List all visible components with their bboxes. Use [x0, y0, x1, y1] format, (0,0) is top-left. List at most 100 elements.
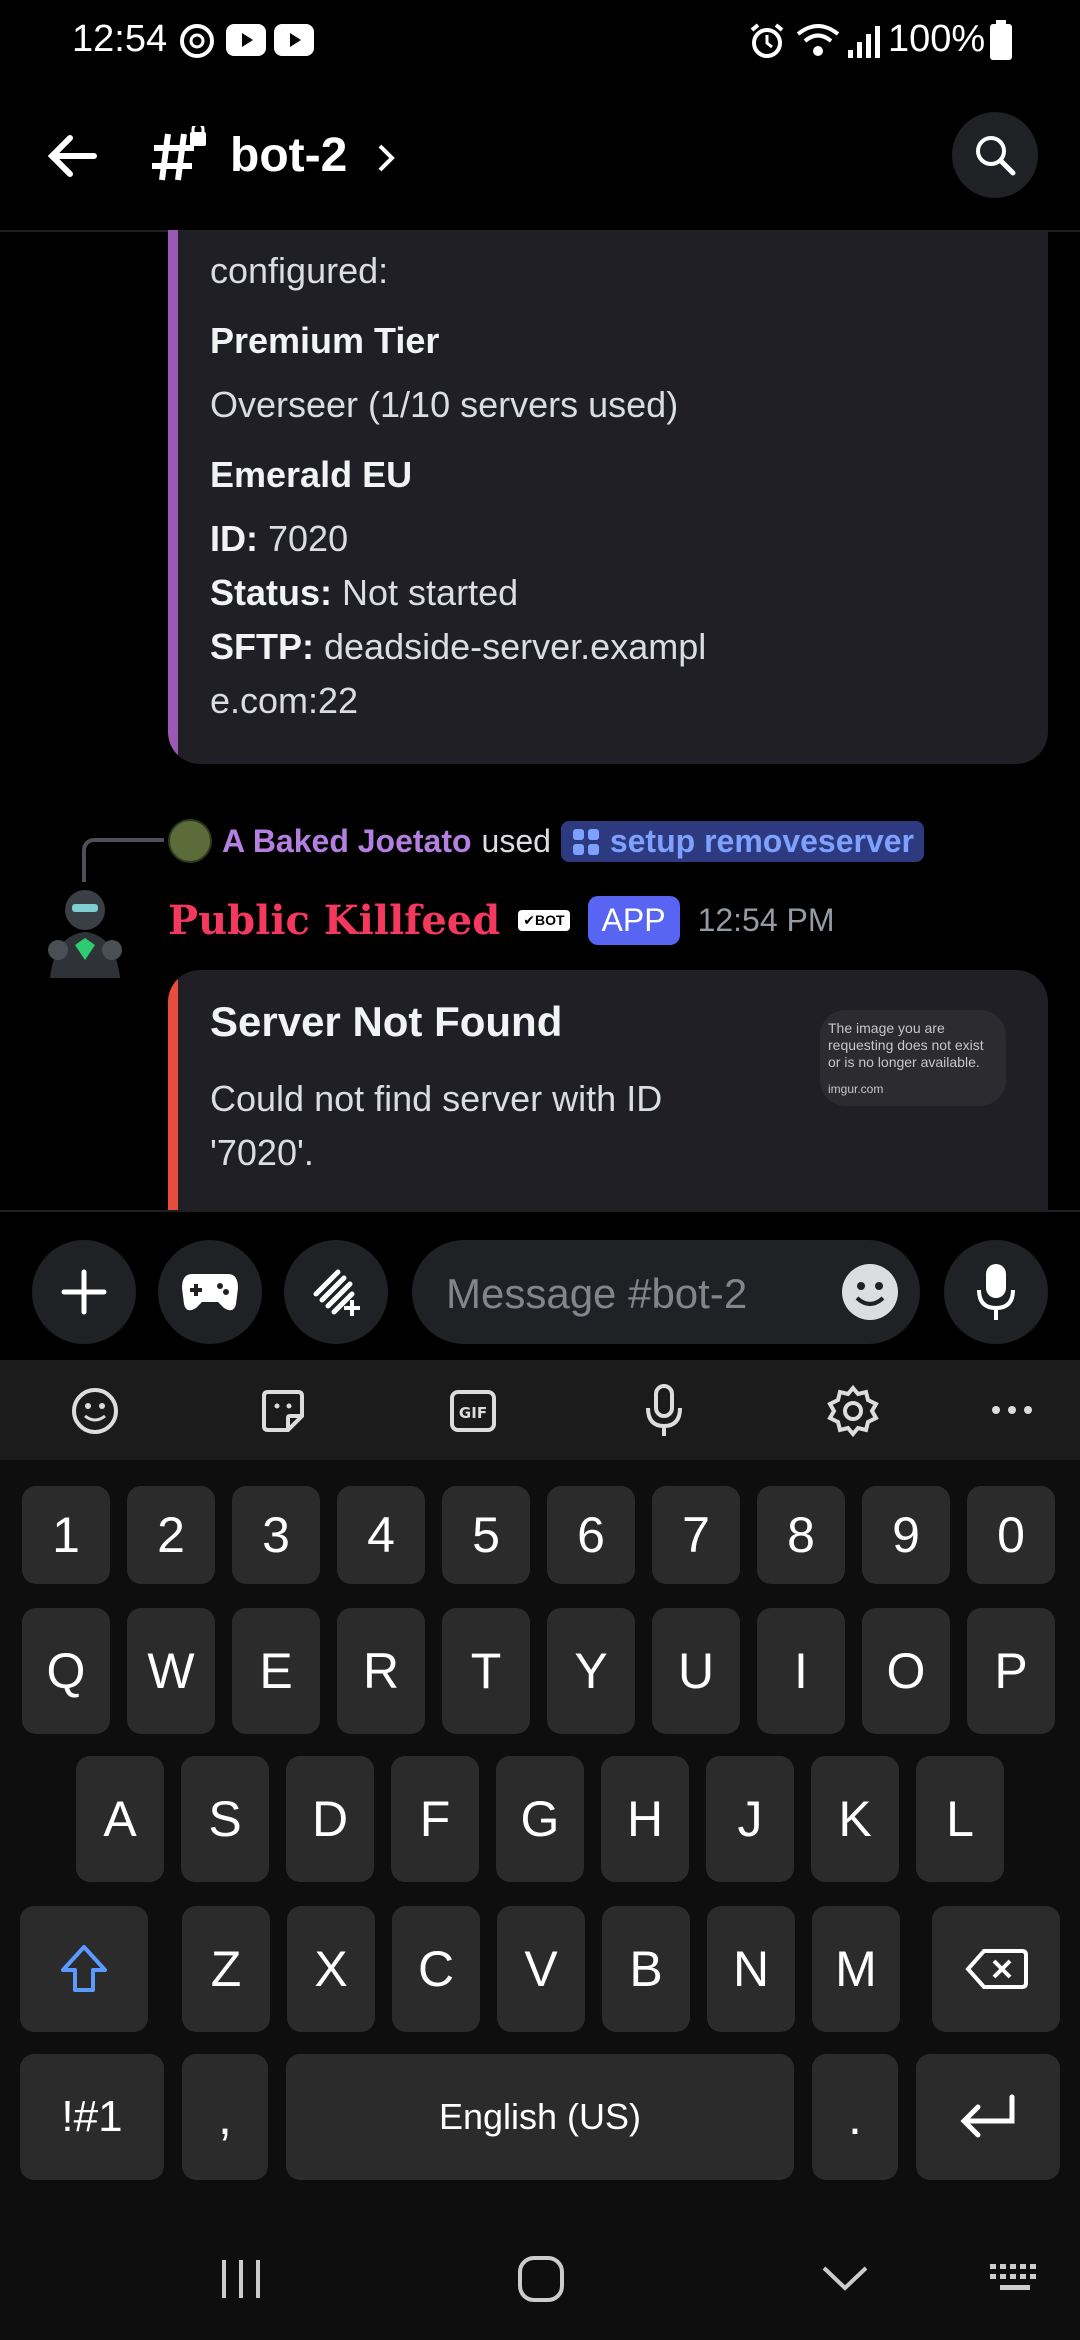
number-key-8[interactable]: 8: [757, 1486, 845, 1584]
embed-accent-bar-red: [168, 970, 178, 1210]
keyboard-emoji-icon[interactable]: [70, 1386, 120, 1436]
signal-icon: [846, 22, 886, 65]
recent-apps-icon[interactable]: [218, 2256, 264, 2302]
embed-tier-title: Premium Tier: [210, 320, 440, 361]
embed-tier-value: Overseer (1/10 servers used): [210, 384, 679, 425]
space-key[interactable]: English (US): [286, 2054, 794, 2180]
message-input[interactable]: Message #bot-2: [412, 1240, 920, 1344]
battery-percent: 100%: [888, 18, 986, 60]
letter-key-x[interactable]: X: [287, 1906, 375, 2032]
message-list[interactable]: configured: Premium Tier Overseer (1/10 …: [0, 230, 1080, 1210]
symbols-key[interactable]: !#1: [20, 2054, 164, 2180]
embed-desc-line-2: '7020'.: [210, 1132, 314, 1173]
emoji-icon[interactable]: [840, 1262, 900, 1322]
letter-key-b[interactable]: B: [602, 1906, 690, 2032]
channel-title[interactable]: bot-2: [230, 128, 347, 183]
back-arrow-icon[interactable]: [44, 128, 100, 189]
number-key-1[interactable]: 1: [22, 1486, 110, 1584]
id-value: 7020: [268, 518, 349, 559]
letter-key-u[interactable]: U: [652, 1608, 740, 1734]
command-pill[interactable]: setup removeserver: [560, 820, 924, 862]
letter-key-f[interactable]: F: [391, 1756, 479, 1882]
voice-message-button[interactable]: [944, 1240, 1048, 1344]
keyboard-switch-icon[interactable]: [988, 2260, 1042, 2296]
threads-icon: [178, 22, 216, 65]
activities-button[interactable]: [158, 1240, 262, 1344]
chevron-right-icon[interactable]: [374, 140, 398, 181]
apps-slash-icon: [313, 1269, 360, 1316]
letter-key-m[interactable]: M: [812, 1906, 900, 2032]
letter-key-t[interactable]: T: [442, 1608, 530, 1734]
backspace-icon: [965, 1949, 1028, 1989]
plus-icon: [61, 1269, 107, 1315]
apps-button[interactable]: [284, 1240, 388, 1344]
search-icon: [976, 136, 1016, 176]
backspace-key[interactable]: [932, 1906, 1060, 2032]
status-value: Not started: [342, 572, 519, 613]
letter-key-g[interactable]: G: [496, 1756, 584, 1882]
thumbnail-text: The image you are requesting does not ex…: [828, 1020, 984, 1098]
status-bar: 12:54 100%: [0, 0, 1080, 80]
user-avatar[interactable]: [168, 819, 212, 863]
reply-username[interactable]: A Baked Joetato: [222, 823, 472, 860]
letter-key-d[interactable]: D: [286, 1756, 374, 1882]
settings-gear-icon[interactable]: [826, 1384, 880, 1438]
period-key[interactable]: .: [812, 2054, 898, 2180]
used-word: used: [481, 822, 551, 859]
letter-key-i[interactable]: I: [757, 1608, 845, 1734]
number-key-7[interactable]: 7: [652, 1486, 740, 1584]
letter-key-w[interactable]: W: [127, 1608, 215, 1734]
letter-key-j[interactable]: J: [706, 1756, 794, 1882]
home-icon[interactable]: [516, 2254, 566, 2304]
number-key-6[interactable]: 6: [547, 1486, 635, 1584]
embed-thumbnail[interactable]: The image you are requesting does not ex…: [820, 1010, 1006, 1106]
command-usage-line: A Baked Joetato used setup removeserver: [168, 818, 924, 864]
embed-title: Server Not Found: [210, 998, 563, 1045]
letter-key-o[interactable]: O: [862, 1608, 950, 1734]
letter-key-y[interactable]: Y: [547, 1608, 635, 1734]
command-name: setup removeserver: [609, 822, 914, 859]
letter-key-n[interactable]: N: [707, 1906, 795, 2032]
shift-key[interactable]: [20, 1906, 148, 2032]
gamepad-icon: [182, 1274, 238, 1311]
enter-key[interactable]: [916, 2054, 1060, 2180]
thumb-line-3: or is no longer available.: [828, 1054, 980, 1070]
search-button[interactable]: [952, 112, 1038, 198]
hide-keyboard-icon[interactable]: [820, 2264, 870, 2294]
letter-key-c[interactable]: C: [392, 1906, 480, 2032]
youtube-icon: [226, 24, 266, 61]
channel-header: bot-2: [0, 80, 1080, 232]
system-nav-bar: [0, 2220, 1080, 2340]
letter-key-v[interactable]: V: [497, 1906, 585, 2032]
more-options-icon[interactable]: [990, 1400, 1034, 1420]
gif-icon[interactable]: GIF: [448, 1386, 498, 1436]
sticker-icon[interactable]: [258, 1386, 308, 1436]
battery-icon: [990, 20, 1012, 65]
letter-key-p[interactable]: P: [967, 1608, 1055, 1734]
app-command-icon: [572, 828, 599, 855]
letter-key-e[interactable]: E: [232, 1608, 320, 1734]
letter-key-q[interactable]: Q: [22, 1608, 110, 1734]
number-key-2[interactable]: 2: [127, 1486, 215, 1584]
embed-server-config: configured: Premium Tier Overseer (1/10 …: [168, 230, 1048, 764]
microphone-icon: [977, 1264, 1015, 1320]
embed-accent-bar: [168, 230, 178, 764]
letter-key-l[interactable]: L: [916, 1756, 1004, 1882]
bot-avatar[interactable]: [30, 880, 140, 990]
number-key-4[interactable]: 4: [337, 1486, 425, 1584]
letter-key-k[interactable]: K: [811, 1756, 899, 1882]
letter-key-a[interactable]: A: [76, 1756, 164, 1882]
add-attachment-button[interactable]: [32, 1240, 136, 1344]
sftp-value-1: deadside-server.exampl: [324, 626, 707, 667]
comma-key[interactable]: ,: [182, 2054, 268, 2180]
number-key-3[interactable]: 3: [232, 1486, 320, 1584]
number-key-5[interactable]: 5: [442, 1486, 530, 1584]
letter-key-h[interactable]: H: [601, 1756, 689, 1882]
number-key-9[interactable]: 9: [862, 1486, 950, 1584]
number-key-0[interactable]: 0: [967, 1486, 1055, 1584]
letter-key-z[interactable]: Z: [182, 1906, 270, 2032]
keyboard-mic-icon[interactable]: [644, 1384, 684, 1438]
bot-name[interactable]: Public Killfeed: [168, 897, 500, 944]
letter-key-s[interactable]: S: [181, 1756, 269, 1882]
letter-key-r[interactable]: R: [337, 1608, 425, 1734]
